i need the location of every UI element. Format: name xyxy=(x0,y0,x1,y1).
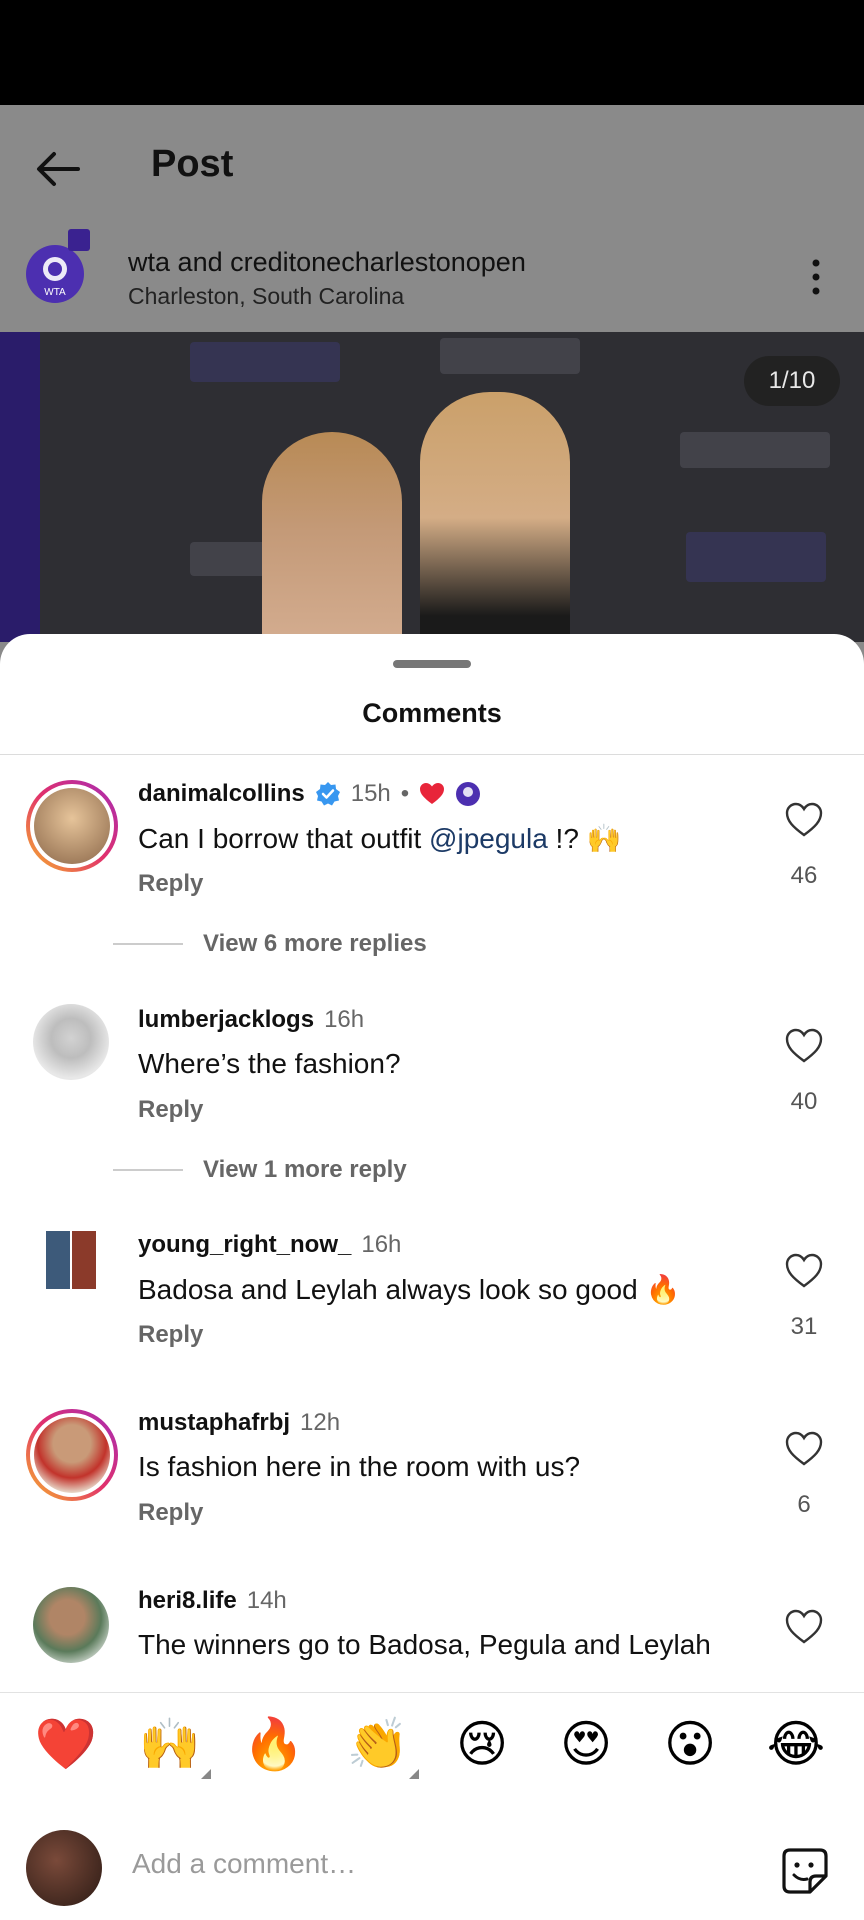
reaction-raised-hands-glyph: 🙌 xyxy=(138,1715,202,1773)
post-image[interactable]: 1/10 xyxy=(0,332,864,642)
like-count: 6 xyxy=(797,1491,811,1518)
comment-header: heri8.life 14h xyxy=(138,1587,287,1615)
reaction-laughing-icon[interactable]: 😂 xyxy=(761,1709,831,1779)
like-count: 46 xyxy=(790,862,818,889)
reaction-fire-icon[interactable]: 🔥 xyxy=(239,1709,309,1779)
comment-time: 15h xyxy=(350,780,391,807)
view-more-label[interactable]: View 6 more replies xyxy=(203,930,427,958)
comment-header: lumberjacklogs 16h xyxy=(138,1006,364,1034)
comment-time: 12h xyxy=(300,1409,341,1436)
comment-text-before: Can I borrow that outfit xyxy=(138,823,430,854)
avatar[interactable] xyxy=(46,1231,96,1289)
avatar[interactable] xyxy=(33,1587,109,1663)
avatar xyxy=(26,1830,102,1906)
like-heart-icon[interactable] xyxy=(785,1028,823,1064)
quick-reactions-bar: ❤️ 🙌 🔥 👏 😢 😍 😮 😂 xyxy=(0,1692,864,1792)
author-secondary[interactable]: creditonecharlestonopen xyxy=(230,247,526,277)
comment-header: young_right_now_ 16h xyxy=(138,1231,401,1259)
like-heart-icon[interactable] xyxy=(785,1431,823,1467)
author-avatar[interactable]: WTA xyxy=(26,245,84,303)
avatar[interactable] xyxy=(33,1004,109,1080)
creator-avatar-icon xyxy=(456,782,481,806)
reply-button[interactable]: Reply xyxy=(138,1096,203,1124)
more-options-icon[interactable] xyxy=(806,257,826,297)
like-count: 31 xyxy=(790,1313,818,1340)
view-more-label[interactable]: View 1 more reply xyxy=(203,1156,407,1184)
view-more-replies[interactable]: View 6 more replies xyxy=(113,930,427,958)
comment-header: mustaphafrbj 12h xyxy=(138,1409,340,1437)
comment-text: The winners go to Badosa, Pegula and Ley… xyxy=(138,1629,711,1660)
reply-button[interactable]: Reply xyxy=(138,870,203,898)
like-heart-icon[interactable] xyxy=(785,1253,823,1289)
comment-text: Can I borrow that outfit @jpegula !? 🙌 xyxy=(138,822,622,855)
reply-button[interactable]: Reply xyxy=(138,1499,203,1527)
author-primary[interactable]: wta xyxy=(128,247,170,277)
banner-strip xyxy=(0,332,40,642)
comment-mention[interactable]: @jpegula xyxy=(429,823,548,854)
comment-time: 14h xyxy=(246,1587,287,1614)
status-bar xyxy=(0,0,864,105)
avatar[interactable] xyxy=(26,1409,118,1501)
post-location[interactable]: Charleston, South Carolina xyxy=(128,283,404,310)
divider xyxy=(113,1169,183,1171)
variant-indicator-icon xyxy=(409,1769,419,1779)
comment-input[interactable]: Add a comment… xyxy=(132,1848,356,1880)
comment-composer: Add a comment… xyxy=(0,1792,864,1920)
back-arrow-icon[interactable] xyxy=(30,141,86,197)
comment-username[interactable]: danimalcollins xyxy=(138,780,305,808)
verified-badge-icon xyxy=(315,782,340,806)
reaction-clap-glyph: 👏 xyxy=(346,1715,410,1773)
reaction-clap-icon[interactable]: 👏 xyxy=(343,1709,419,1779)
comment-username[interactable]: mustaphafrbj xyxy=(138,1409,290,1437)
reaction-raised-hands-icon[interactable]: 🙌 xyxy=(135,1709,211,1779)
comment-text: Is fashion here in the room with us? xyxy=(138,1451,581,1482)
reaction-surprised-icon[interactable]: 😮 xyxy=(655,1709,725,1779)
author-names[interactable]: wta and creditonecharlestonopen xyxy=(128,247,526,278)
variant-indicator-icon xyxy=(201,1769,211,1779)
comments-sheet: Comments danimalcollins 15h • Can I borr… xyxy=(0,634,864,1920)
avatar-wta-text: WTA xyxy=(44,287,66,298)
reaction-heart-eyes-icon[interactable]: 😍 xyxy=(551,1709,621,1779)
reply-button[interactable]: Reply xyxy=(138,1321,203,1349)
reaction-heart-icon[interactable]: ❤️ xyxy=(31,1709,101,1779)
photo-person xyxy=(420,392,570,642)
comment-text: Badosa and Leylah always look so good 🔥 xyxy=(138,1274,681,1305)
comment-time: 16h xyxy=(324,1006,365,1033)
like-heart-icon[interactable] xyxy=(785,802,823,838)
comment-time: 16h xyxy=(361,1231,402,1258)
comment-text-after: !? 🙌 xyxy=(547,823,622,854)
comment-username[interactable]: heri8.life xyxy=(138,1587,237,1615)
sponsor-logo xyxy=(440,338,580,374)
divider xyxy=(113,943,183,945)
comment-username[interactable]: lumberjacklogs xyxy=(138,1006,314,1034)
sheet-title: Comments xyxy=(362,698,502,728)
comment-username[interactable]: young_right_now_ xyxy=(138,1231,351,1259)
sponsor-logo xyxy=(190,342,340,382)
sticker-icon[interactable] xyxy=(780,1846,830,1896)
like-count: 40 xyxy=(790,1088,818,1115)
sponsor-logo xyxy=(686,532,826,582)
photo-person xyxy=(262,432,402,642)
comment-text: Where’s the fashion? xyxy=(138,1048,401,1079)
author-joiner: and xyxy=(177,247,223,277)
avatar[interactable] xyxy=(26,780,118,872)
page-title: Post xyxy=(151,143,234,185)
comments-list[interactable]: danimalcollins 15h • Can I borrow that o… xyxy=(0,756,864,1756)
divider xyxy=(0,754,864,755)
like-heart-icon[interactable] xyxy=(785,1609,823,1645)
creator-liked-heart-icon xyxy=(420,783,445,804)
image-counter: 1/10 xyxy=(744,356,840,406)
view-more-replies[interactable]: View 1 more reply xyxy=(113,1156,407,1184)
drag-handle[interactable] xyxy=(393,660,471,668)
separator: • xyxy=(400,780,410,807)
reaction-sad-icon[interactable]: 😢 xyxy=(447,1709,517,1779)
comment-header: danimalcollins 15h • xyxy=(138,780,481,808)
post-header: Post xyxy=(0,105,864,225)
sponsor-logo xyxy=(680,432,830,468)
collab-avatar-icon xyxy=(68,229,90,251)
